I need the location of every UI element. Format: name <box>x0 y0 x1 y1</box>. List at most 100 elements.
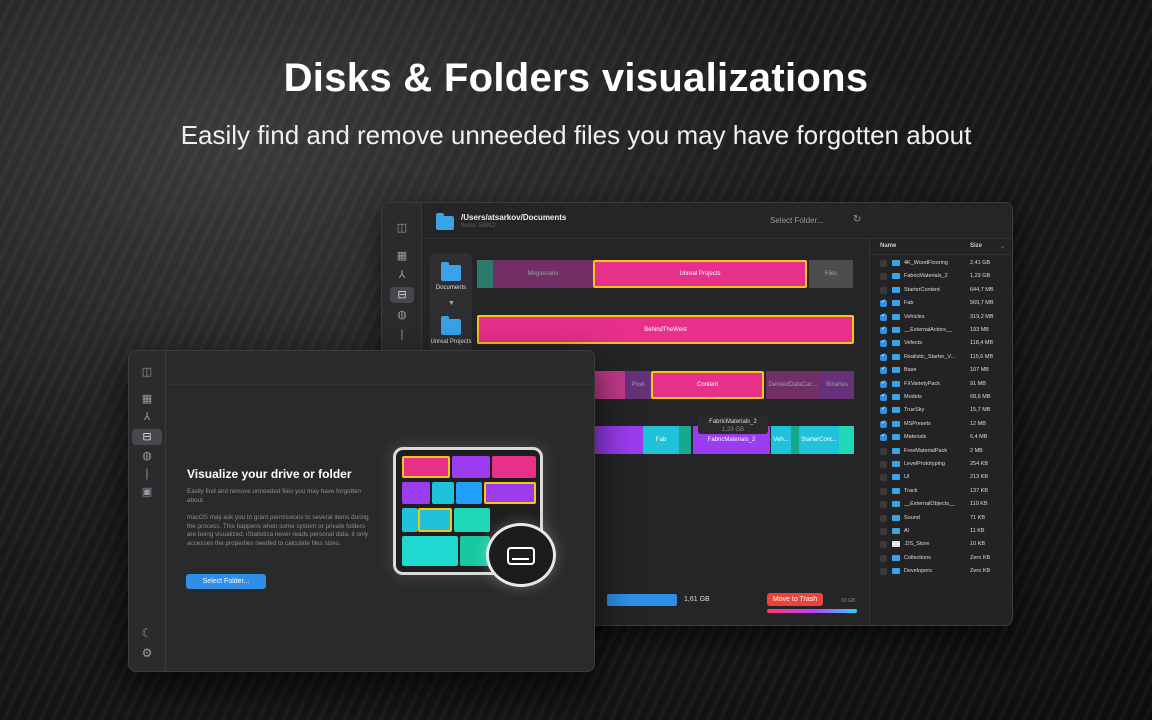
folder-bar-content[interactable]: Content <box>651 371 764 399</box>
folder-bar-deriveddatacache[interactable]: DerivedDataCac... <box>766 371 820 399</box>
row-checkbox[interactable] <box>880 432 887 442</box>
file-row[interactable]: Vehicles 319,2 MB <box>870 311 1012 324</box>
file-row[interactable]: Base 107 MB <box>870 364 1012 377</box>
folder-icon <box>892 394 900 400</box>
overview-icon[interactable]: ▦ <box>135 391 159 407</box>
file-row[interactable]: .DS_Store 10 KB <box>870 538 1012 551</box>
row-checkbox[interactable] <box>880 298 887 308</box>
row-checkbox[interactable] <box>880 392 887 401</box>
folder-bar-unreal-projects[interactable]: Unreal Projects <box>593 260 807 288</box>
row-checkbox[interactable] <box>880 501 887 509</box>
row-checkbox[interactable] <box>880 352 887 361</box>
temperature-icon[interactable]: ❘ <box>390 327 414 343</box>
row-checkbox[interactable] <box>880 487 887 495</box>
network-icon[interactable]: ⅄ <box>135 409 159 425</box>
file-row[interactable]: LevelPrototyping 254 KB <box>870 458 1012 471</box>
folder-bar[interactable] <box>595 371 625 399</box>
file-row[interactable]: MSPresets 12 MB <box>870 418 1012 431</box>
row-checkbox[interactable] <box>880 273 887 281</box>
disk-icon[interactable]: ⊟ <box>132 429 162 445</box>
file-row[interactable]: FXVarietyPack 91 MB <box>870 378 1012 391</box>
file-row[interactable]: 4K_WoodFlooring 2,41 GB <box>870 257 1012 270</box>
file-size: 71 KB <box>970 514 985 521</box>
file-row[interactable]: StarterContent 644,7 MB <box>870 284 1012 297</box>
folder-bar[interactable] <box>839 426 854 454</box>
folder-bar-megascans[interactable]: Megascans <box>493 260 593 288</box>
column-size[interactable]: Size <box>970 243 982 249</box>
folder-bar-behindthewest[interactable]: BehindTheWest <box>477 315 854 344</box>
row-checkbox[interactable] <box>880 528 887 535</box>
file-name: StarterContent <box>904 286 940 293</box>
file-size: 2 MB <box>970 447 983 454</box>
file-name: Developers <box>904 568 932 575</box>
network-icon[interactable]: ⅄ <box>390 267 414 283</box>
file-row[interactable]: Vefects 118,4 MB <box>870 337 1012 350</box>
file-row[interactable]: __ExternalActors__ 193 MB <box>870 324 1012 337</box>
folder-bar[interactable] <box>595 426 643 454</box>
row-checkbox[interactable] <box>880 541 887 549</box>
file-row[interactable]: FabricMaterials_2 1,23 GB <box>870 270 1012 283</box>
refresh-icon[interactable]: ↻ <box>853 214 861 225</box>
move-to-trash-button[interactable]: Move to Trash <box>767 593 823 606</box>
row-checkbox[interactable] <box>880 379 887 388</box>
row-checkbox[interactable] <box>880 405 887 415</box>
folder-bar-files[interactable]: Files <box>809 260 853 288</box>
select-folder-button[interactable]: Select Folder... <box>770 216 823 225</box>
disk-icon[interactable]: ⊟ <box>390 287 414 303</box>
folder-bar[interactable] <box>477 260 493 288</box>
row-checkbox[interactable] <box>880 447 887 455</box>
folder-bar[interactable] <box>791 426 799 454</box>
folder-bar[interactable] <box>679 426 691 454</box>
sidebar: ◫ ▦ ⅄ ⊟ ◍ ❘ ▣ ☾ ⚙ <box>129 351 166 671</box>
overview-icon[interactable]: ▦ <box>390 248 414 264</box>
file-row[interactable]: Realistic_Starter_V... 115,6 MB <box>870 351 1012 364</box>
temperature-icon[interactable]: ❘ <box>135 466 159 482</box>
moon-icon[interactable]: ☾ <box>135 625 159 641</box>
row-checkbox[interactable] <box>880 419 887 428</box>
gear-icon[interactable]: ⚙ <box>135 645 159 661</box>
folder-bar-startercontent[interactable]: StarterCont... <box>799 426 839 454</box>
folder-bar-vehicles[interactable]: Veh... <box>771 426 791 454</box>
sidebar-toggle-icon[interactable]: ◫ <box>135 364 159 380</box>
file-row[interactable]: AI 11 KB <box>870 525 1012 538</box>
file-row[interactable]: UI 213 KB <box>870 471 1012 484</box>
row-checkbox[interactable] <box>880 286 887 294</box>
file-row[interactable]: Collections Zero KB <box>870 552 1012 565</box>
file-row[interactable]: FreeMaterialPack 2 MB <box>870 445 1012 458</box>
file-list: Name Size ⌄ 4K_WoodFlooring 2,41 GB Fabric… <box>869 239 1012 625</box>
breadcrumb-unreal-projects[interactable]: Unreal Projects <box>430 339 472 345</box>
folder-icon <box>441 316 461 335</box>
globe-icon[interactable]: ◍ <box>135 448 159 464</box>
row-checkbox[interactable] <box>880 461 887 468</box>
row-checkbox[interactable] <box>880 260 887 267</box>
row-checkbox[interactable] <box>880 474 887 482</box>
file-row[interactable]: Models 68,6 MB <box>870 391 1012 404</box>
folder-icon <box>892 447 900 454</box>
select-folder-button[interactable]: Select Folder... <box>186 574 266 589</box>
globe-icon[interactable]: ◍ <box>390 307 414 323</box>
row-checkbox[interactable] <box>880 514 887 522</box>
breadcrumb-documents[interactable]: Documents <box>430 285 472 291</box>
folder-icon <box>892 340 900 347</box>
file-row[interactable]: Fab 569,7 MB <box>870 297 1012 310</box>
row-checkbox[interactable] <box>880 554 887 562</box>
folder-bar-fab[interactable]: Fab <box>643 426 679 454</box>
folder-bar-binaries[interactable]: Binaries <box>820 371 854 399</box>
file-row[interactable]: Developers Zero KB <box>870 565 1012 578</box>
row-checkbox[interactable] <box>880 312 887 321</box>
row-checkbox[interactable] <box>880 338 887 348</box>
sort-chevron-icon[interactable]: ⌄ <box>1000 243 1005 250</box>
row-checkbox[interactable] <box>880 365 887 375</box>
usage-gauge <box>767 609 857 613</box>
file-row[interactable]: Track 137 KB <box>870 485 1012 498</box>
row-checkbox[interactable] <box>880 568 887 576</box>
file-row[interactable]: TrueSky 15,7 MB <box>870 404 1012 417</box>
column-name[interactable]: Name <box>880 243 896 249</box>
folder-bar-pixel[interactable]: Pixel <box>625 371 651 399</box>
sidebar-toggle-icon[interactable]: ◫ <box>390 220 414 236</box>
file-row[interactable]: __ExternalObjects__ 110 KB <box>870 498 1012 511</box>
row-checkbox[interactable] <box>880 325 887 334</box>
file-row[interactable]: Materials 6,4 MB <box>870 431 1012 444</box>
file-row[interactable]: Sound 71 KB <box>870 512 1012 525</box>
cube-icon[interactable]: ▣ <box>135 484 159 500</box>
